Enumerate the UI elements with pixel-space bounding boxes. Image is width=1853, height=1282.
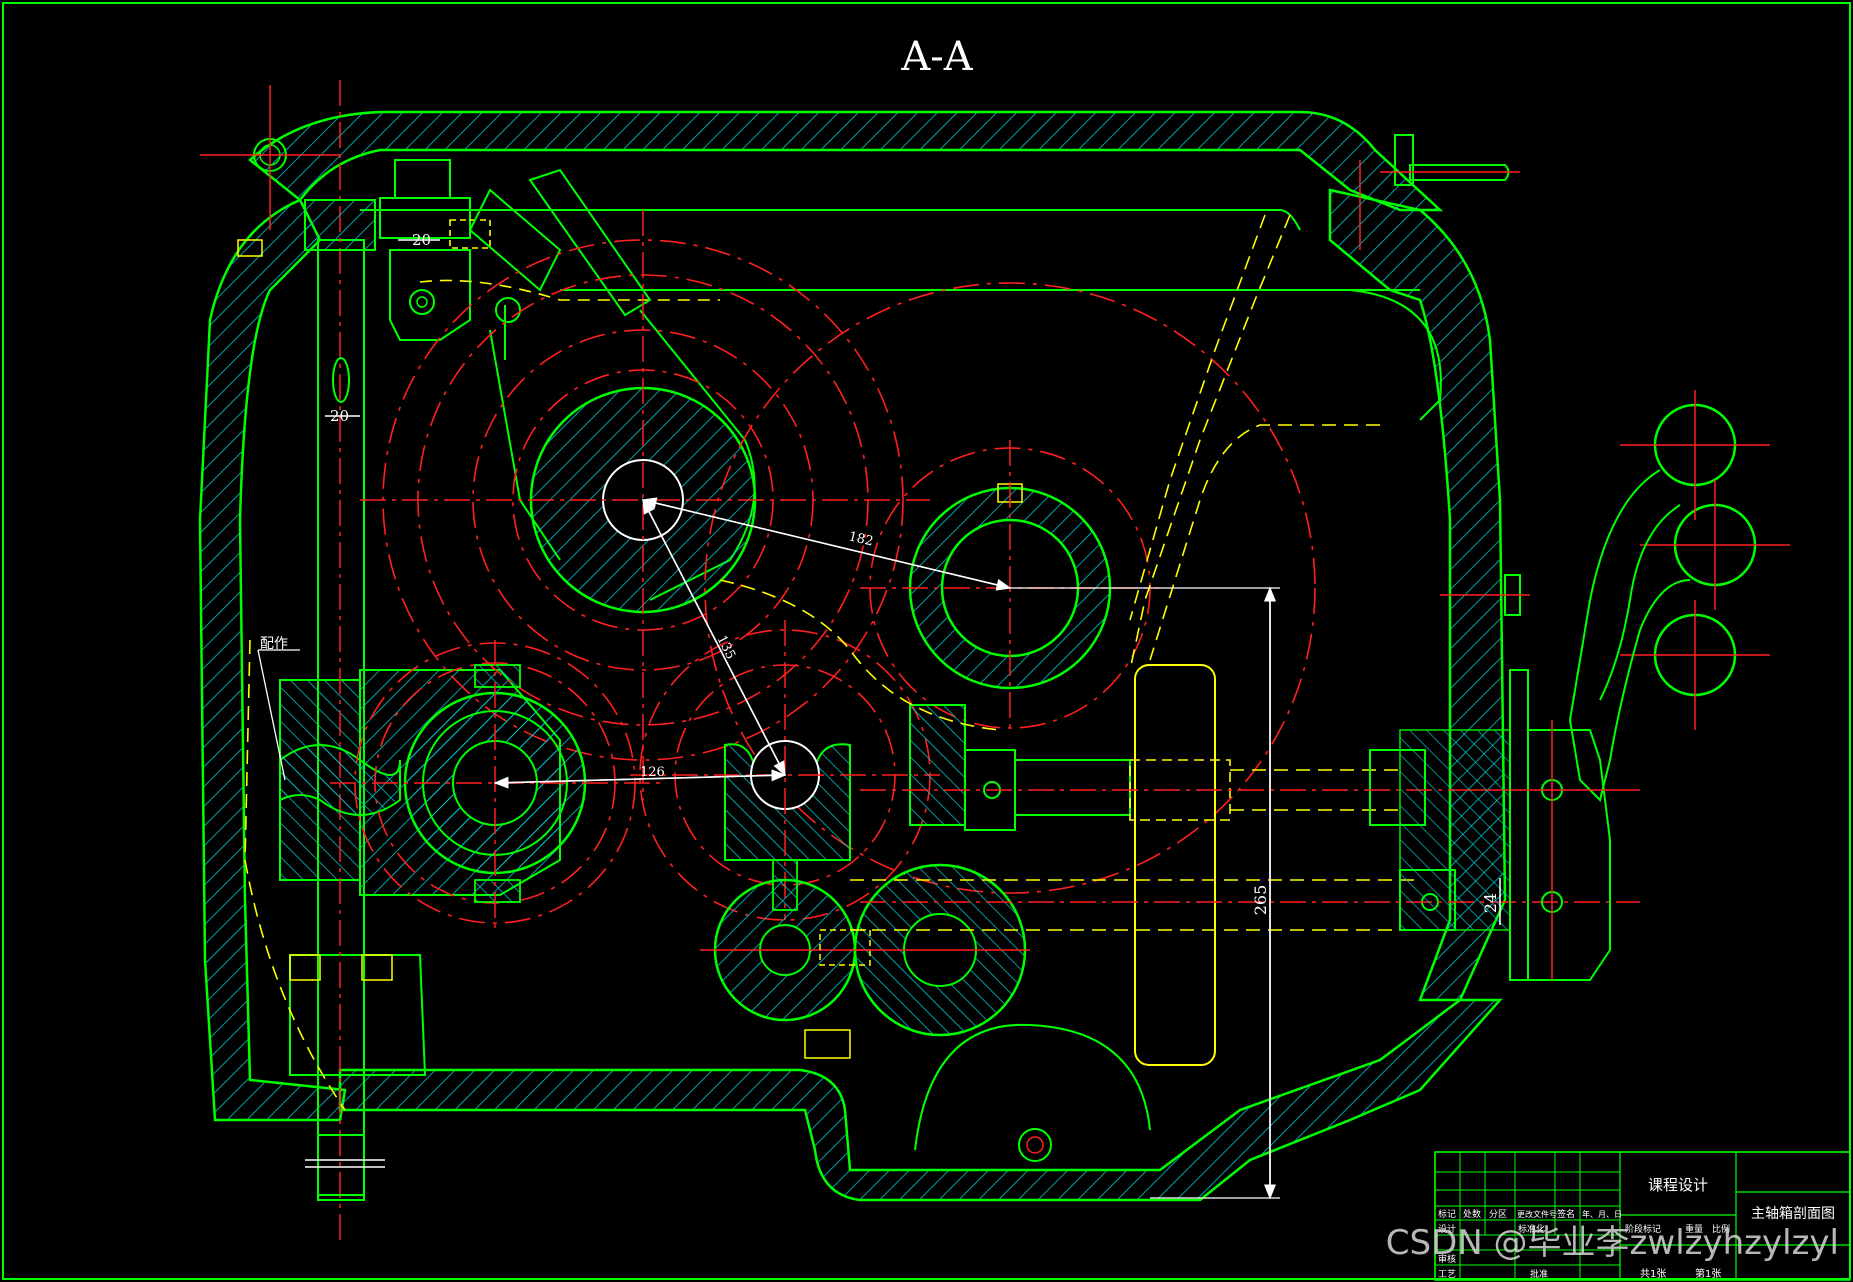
- tb-sheet-total: 共1张: [1640, 1268, 1666, 1280]
- gear-bottom-left: [700, 859, 870, 1022]
- gear-bottom-right: [819, 863, 1030, 1037]
- tb-row-5: 批准: [1530, 1268, 1548, 1280]
- tb-sheet-no: 第1张: [1695, 1267, 1721, 1280]
- cad-section-drawing: A-A 182 135 126 265 24 20 20 配作 标记 处数 分区…: [2, 2, 1851, 1281]
- tb-course: 课程设计: [1648, 1176, 1708, 1194]
- tb-row-4: 工艺: [1438, 1269, 1456, 1280]
- top-cover-assembly: [379, 159, 720, 341]
- gearbox-housing: [198, 110, 1507, 1202]
- dim-24: 24: [1481, 893, 1500, 913]
- dim-182: 182: [847, 529, 875, 549]
- watermark: CSDN @毕业李zwlzyhzylzyl: [1385, 1223, 1839, 1263]
- callout-text: 配作: [260, 636, 288, 652]
- dim-126: 126: [640, 765, 665, 780]
- drain-plug: [804, 1023, 1151, 1162]
- dim-265: 265: [1251, 885, 1270, 916]
- section-title: A-A: [900, 34, 973, 80]
- dim-20-top: 20: [412, 231, 431, 249]
- dim-20-left: 20: [330, 407, 349, 425]
